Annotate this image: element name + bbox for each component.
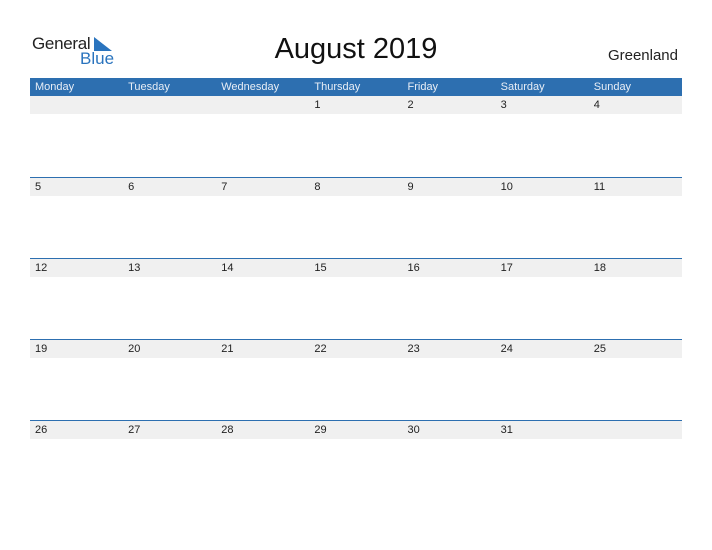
day-cell: 16 [407, 262, 420, 274]
day-cell: 30 [407, 424, 420, 436]
day-cell: 20 [128, 343, 141, 355]
weekday-friday: Friday [407, 81, 439, 93]
day-cell: 17 [500, 262, 513, 274]
country-label: Greenland [607, 47, 678, 64]
weekday-wednesday: Wednesday [221, 81, 280, 93]
day-cell: 2 [407, 99, 414, 111]
weekday-tuesday: Tuesday [128, 81, 170, 93]
day-cell [216, 96, 309, 114]
week-row-1: 1 2 3 4 [30, 96, 682, 114]
week-row-4: 19 20 21 22 23 24 25 [30, 339, 682, 358]
day-cell: 10 [500, 181, 513, 193]
day-cell: 14 [221, 262, 234, 274]
day-cell: 31 [500, 424, 513, 436]
calendar-title: August 2019 [274, 33, 438, 65]
day-cell: 28 [221, 424, 234, 436]
day-cell: 4 [593, 99, 600, 111]
day-cell: 19 [35, 343, 48, 355]
weekday-monday: Monday [35, 81, 75, 93]
weekday-header: Monday Tuesday Wednesday Thursday Friday… [30, 78, 682, 96]
day-cell: 18 [593, 262, 606, 274]
week-row-3: 12 13 14 15 16 17 18 [30, 258, 682, 277]
day-cell: 29 [314, 424, 327, 436]
day-cell: 15 [314, 262, 327, 274]
weekday-sunday: Sunday [593, 81, 632, 93]
week-row-2: 5 6 7 8 9 10 11 [30, 177, 682, 196]
day-cell: 5 [35, 181, 42, 193]
day-cell: 23 [407, 343, 420, 355]
day-cell: 21 [221, 343, 234, 355]
day-cell: 11 [593, 181, 606, 193]
day-cell: 25 [593, 343, 606, 355]
day-cell: 9 [407, 181, 414, 193]
weekday-saturday: Saturday [500, 81, 545, 93]
day-cell [589, 421, 682, 439]
day-cell: 26 [35, 424, 48, 436]
day-cell [30, 96, 123, 114]
weekday-thursday: Thursday [314, 81, 361, 93]
day-cell: 22 [314, 343, 327, 355]
day-cell: 13 [128, 262, 141, 274]
day-cell: 24 [500, 343, 513, 355]
day-cell [123, 96, 216, 114]
day-cell: 12 [35, 262, 48, 274]
day-cell: 1 [314, 99, 321, 111]
day-cell: 3 [500, 99, 507, 111]
day-cell: 27 [128, 424, 141, 436]
day-cell: 7 [221, 181, 228, 193]
day-cell: 8 [314, 181, 321, 193]
day-cell: 6 [128, 181, 135, 193]
week-row-5: 26 27 28 29 30 31 [30, 420, 682, 439]
